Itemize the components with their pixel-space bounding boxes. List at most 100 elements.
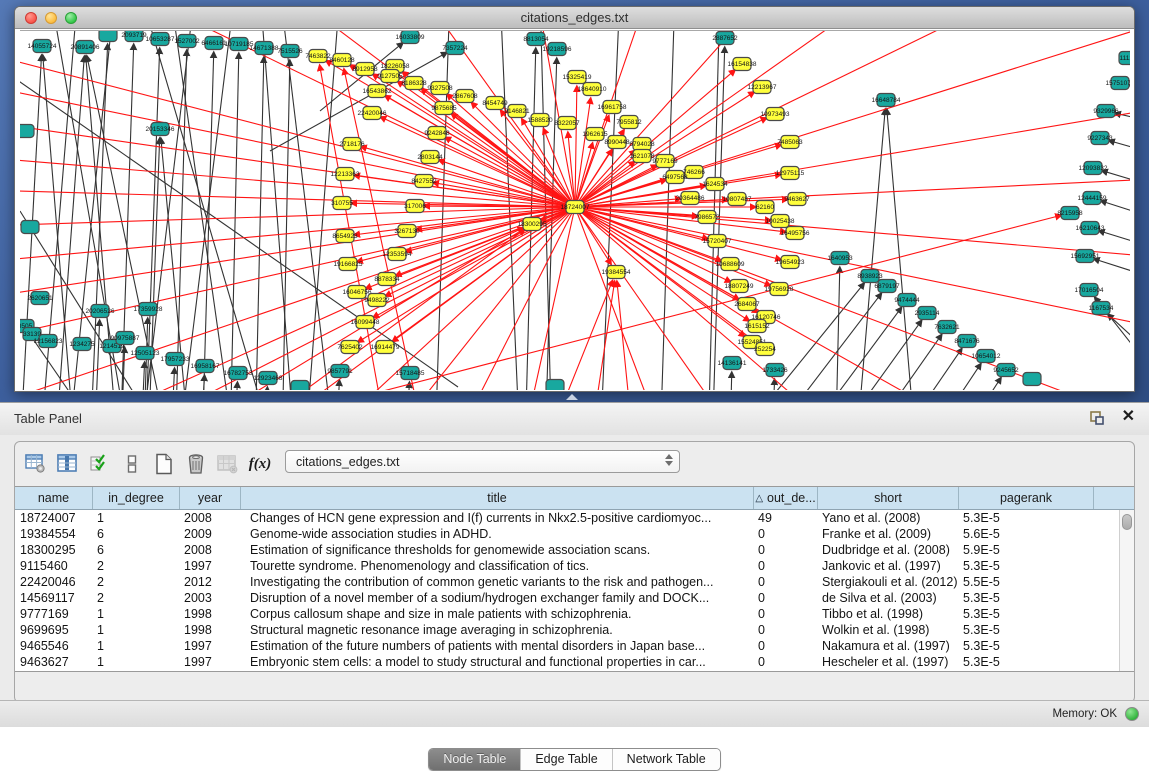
vertical-scrollbar[interactable] [1119, 510, 1134, 671]
graph-node[interactable]: 2867608 [452, 90, 478, 103]
float-panel-icon[interactable] [1089, 410, 1105, 426]
graph-node[interactable]: 10688609 [716, 258, 745, 271]
table-row[interactable]: 946362711997Embryonic stem cells: a mode… [15, 654, 1119, 670]
graph-node[interactable]: 62160 [756, 201, 774, 214]
graph-node[interactable]: 19384554 [602, 266, 631, 279]
graph-node[interactable]: 8878334 [374, 273, 400, 286]
graph-node[interactable]: 14136141 [718, 357, 747, 370]
graph-node[interactable]: 7515526 [277, 45, 303, 58]
graph-node[interactable]: 10653287 [146, 33, 175, 46]
graph-node[interactable]: 2887652 [712, 32, 738, 45]
graph-node[interactable] [99, 31, 117, 42]
graph-node[interactable]: 16210643 [1076, 222, 1105, 235]
graph-node[interactable]: 17957233 [161, 353, 190, 366]
graph-node[interactable]: 19654923 [776, 256, 805, 269]
graph-node[interactable]: 6794028 [629, 138, 655, 151]
panel-resize-handle[interactable] [566, 394, 578, 400]
graph-node[interactable]: 15325419 [563, 71, 592, 84]
select-all-icon[interactable] [87, 451, 113, 477]
graph-node[interactable]: 16543862 [363, 85, 392, 98]
graph-node[interactable]: 2935114 [915, 307, 940, 320]
graph-node[interactable] [21, 221, 39, 234]
graph-node[interactable]: 16914479 [371, 341, 400, 354]
graph-node[interactable] [1023, 373, 1041, 386]
column-header-title[interactable]: title [240, 487, 753, 509]
graph-node[interactable] [291, 381, 309, 391]
graph-node[interactable]: 15751074 [1106, 77, 1130, 90]
graph-node[interactable]: 3267130 [394, 225, 420, 238]
graph-node[interactable]: 2803144 [417, 151, 443, 164]
graph-node[interactable]: 7463822 [305, 50, 331, 63]
graph-node[interactable]: 14671388 [250, 42, 279, 55]
graph-node[interactable]: 9857791 [327, 365, 353, 378]
graph-node[interactable]: 1733426 [762, 364, 788, 377]
tab-edge-table[interactable]: Edge Table [520, 749, 611, 770]
graph-node[interactable]: 8427552 [411, 175, 437, 188]
new-table-icon[interactable] [151, 451, 177, 477]
tab-network-table[interactable]: Network Table [612, 749, 720, 770]
table-row[interactable]: 2242004622012Investigating the contribut… [15, 574, 1119, 590]
graph-node[interactable]: 8990448 [604, 136, 630, 149]
unmerge-icon[interactable] [119, 451, 145, 477]
table-row[interactable]: 1830029562008Estimation of significance … [15, 542, 1119, 558]
window-titlebar[interactable]: citations_edges.txt [15, 7, 1134, 29]
graph-node[interactable]: 7986572 [694, 211, 720, 224]
graph-node[interactable]: 7485063 [777, 136, 803, 149]
graph-node[interactable]: 14055724 [28, 40, 57, 53]
graph-node[interactable]: 2718176 [339, 138, 365, 151]
graph-node[interactable]: 310755 [331, 197, 353, 210]
column-header-name[interactable]: name [15, 487, 92, 509]
graph-node[interactable]: 6466161 [201, 37, 227, 50]
graph-node[interactable]: 18640910 [578, 83, 607, 96]
graph-node[interactable]: 8322057 [554, 117, 580, 130]
graph-node[interactable]: 6497568 [662, 171, 688, 184]
table-row[interactable]: 1872400712008Changes of HCN gene express… [15, 510, 1119, 526]
graph-node[interactable]: 7357224 [442, 42, 468, 55]
graph-node[interactable]: 2620651 [27, 292, 53, 305]
table-row[interactable]: 1938455462009Genome-wide association stu… [15, 526, 1119, 542]
graph-node[interactable]: 9327508 [427, 82, 453, 95]
graph-node[interactable]: 8654923 [332, 230, 358, 243]
table-selector-dropdown[interactable]: citations_edges.txt [285, 450, 680, 473]
delete-table-icon[interactable] [183, 451, 209, 477]
graph-node[interactable]: 11121 [1119, 52, 1130, 65]
graph-node[interactable]: 8912958 [352, 63, 378, 76]
graph-node[interactable]: 12505123 [131, 347, 160, 360]
graph-node[interactable]: 1624534 [702, 178, 728, 191]
graph-node[interactable]: 9777169 [652, 155, 678, 168]
graph-node[interactable]: 17359928 [134, 303, 163, 316]
graph-node[interactable]: 8813054 [523, 33, 549, 46]
graph-node[interactable]: 1527002 [174, 35, 200, 48]
graph-node[interactable]: 16033809 [396, 31, 425, 44]
table-row[interactable]: 1456911722003Disruption of a novel membe… [15, 590, 1119, 606]
network-graph[interactable]: 1872400718300295140557242089140620937191… [20, 31, 1130, 390]
graph-node[interactable]: 1234275 [69, 338, 95, 351]
graph-node[interactable]: 317006 [404, 200, 426, 213]
graph-node[interactable]: 12093832 [1079, 162, 1108, 175]
graph-node[interactable]: 1167534 [1089, 302, 1114, 315]
graph-node[interactable]: 16782753 [224, 367, 253, 380]
column-header-year[interactable]: year [179, 487, 240, 509]
network-canvas[interactable]: 1872400718300295140557242089140620937191… [20, 30, 1130, 390]
graph-node[interactable]: 19166825 [334, 258, 363, 271]
graph-node[interactable]: 9875685 [431, 102, 457, 115]
graph-node[interactable]: 252254 [754, 343, 776, 356]
graph-node[interactable]: 9463627 [784, 193, 810, 206]
graph-node[interactable]: 9242848 [424, 127, 450, 140]
graph-node[interactable]: 16961758 [598, 101, 627, 114]
graph-node[interactable] [20, 125, 34, 138]
function-builder-icon[interactable]: f(x) [247, 451, 273, 477]
graph-node[interactable]: 20891406 [71, 41, 100, 54]
graph-node[interactable]: 7955812 [616, 116, 642, 129]
graph-node[interactable]: 9245652 [993, 364, 1019, 377]
table-row[interactable]: 911546021997Tourette syndrome. Phenomeno… [15, 558, 1119, 574]
column-header-short[interactable]: short [817, 487, 958, 509]
graph-node[interactable]: 20153346 [146, 123, 175, 136]
graph-node[interactable]: 9498222 [364, 294, 390, 307]
tab-node-table[interactable]: Node Table [429, 749, 520, 770]
scrollbar-thumb[interactable] [1122, 514, 1132, 530]
table-row[interactable]: 969969511998Structural magnetic resonanc… [15, 622, 1119, 638]
graph-node[interactable]: 1588520 [527, 114, 553, 127]
graph-node[interactable]: 12213363 [331, 168, 360, 181]
graph-node[interactable]: 9146821 [504, 105, 530, 118]
